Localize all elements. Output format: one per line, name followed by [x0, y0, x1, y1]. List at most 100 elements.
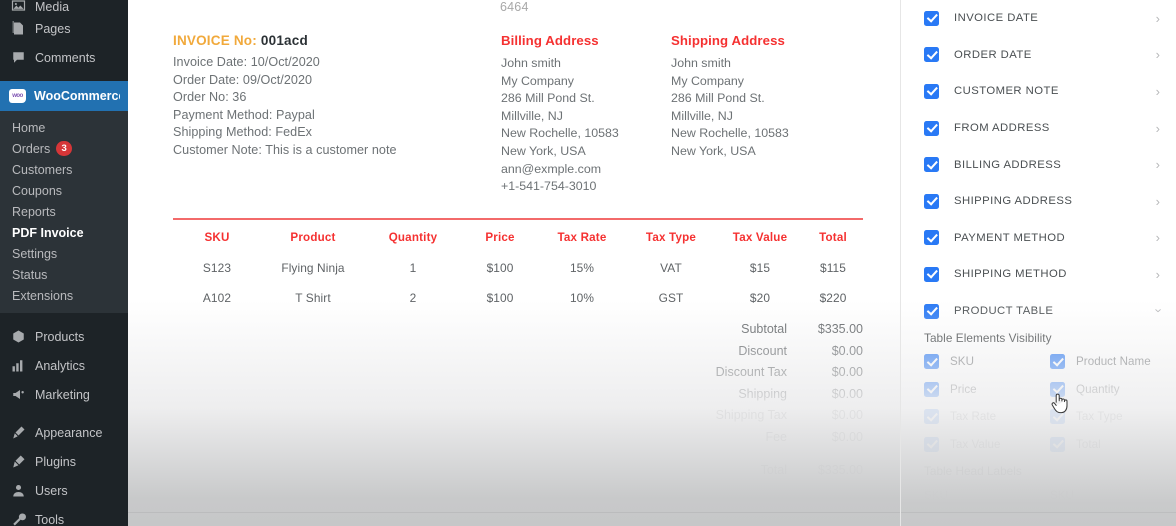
- sidebar-item-analytics[interactable]: Analytics: [0, 351, 128, 380]
- sidebar-subitem-pdf-invoice[interactable]: PDF Invoice: [0, 222, 128, 243]
- sidebar-item-label: Marketing: [35, 387, 90, 402]
- table-element-total[interactable]: Total: [1050, 436, 1176, 452]
- setting-row-customer-note[interactable]: CUSTOMER NOTE ›: [901, 73, 1176, 110]
- totals-value: $0.00: [831, 386, 863, 401]
- shipping-address-line: 286 Mill Pond St.: [671, 91, 765, 106]
- chevron-right-icon[interactable]: ›: [1156, 122, 1162, 135]
- chevron-right-icon[interactable]: ›: [1156, 268, 1162, 281]
- checkbox-payment-method[interactable]: [924, 230, 939, 246]
- sidebar-item-label: Users: [35, 483, 68, 498]
- sidebar-subitem-reports[interactable]: Reports: [0, 201, 128, 222]
- setting-row-shipping-address[interactable]: SHIPPING ADDRESS ›: [901, 183, 1176, 220]
- totals-label: Shipping Tax: [715, 408, 787, 422]
- sidebar-item-products[interactable]: Products: [0, 322, 128, 351]
- totals-label: Subtotal: [741, 322, 787, 336]
- checkbox-from-address[interactable]: [924, 120, 939, 136]
- checkbox-tax-type[interactable]: [1050, 409, 1065, 425]
- checkbox-billing-address[interactable]: [924, 157, 939, 173]
- setting-row-billing-address[interactable]: BILLING ADDRESS ›: [901, 146, 1176, 183]
- setting-label: SHIPPING ADDRESS: [954, 195, 1073, 208]
- invoice-totals: Subtotal $335.00 Discount $0.00 Discount…: [643, 322, 863, 485]
- checkbox-price[interactable]: [924, 381, 939, 397]
- table-element-tax-rate[interactable]: Tax Rate: [924, 409, 1050, 425]
- sidebar-subitem-orders[interactable]: Orders 3: [0, 138, 128, 159]
- woocommerce-submenu: Home Orders 3 Customers Coupons Reports …: [0, 111, 128, 313]
- shipping-address-line: My Company: [671, 73, 744, 88]
- shipping-address-line: Millville, NJ: [671, 108, 733, 123]
- sidebar-separator-2: [0, 313, 128, 322]
- table-element-product-name[interactable]: Product Name: [1050, 354, 1176, 370]
- invoice-number-line: INVOICE No: 001acd: [173, 33, 397, 48]
- setting-row-payment-method[interactable]: PAYMENT METHOD ›: [901, 220, 1176, 257]
- chevron-right-icon[interactable]: ›: [1156, 85, 1162, 98]
- totals-value: $0.00: [831, 343, 863, 358]
- tools-icon: [9, 511, 27, 526]
- invoice-meta-line: Payment Method: Paypal: [173, 107, 315, 122]
- checkbox-quantity[interactable]: [1050, 381, 1065, 397]
- sidebar-subitem-coupons[interactable]: Coupons: [0, 180, 128, 201]
- checkbox-customer-note[interactable]: [924, 83, 939, 99]
- chevron-right-icon[interactable]: ›: [1156, 48, 1162, 61]
- sidebar-item-comments[interactable]: Comments: [0, 43, 128, 72]
- sidebar-item-plugins[interactable]: Plugins: [0, 447, 128, 476]
- sidebar-item-marketing[interactable]: Marketing: [0, 380, 128, 409]
- chevron-right-icon[interactable]: ›: [1156, 231, 1162, 244]
- chevron-right-icon[interactable]: ›: [1156, 12, 1162, 25]
- sidebar-subitem-home[interactable]: Home: [0, 117, 128, 138]
- table-element-tax-value[interactable]: Tax Value: [924, 436, 1050, 452]
- billing-address-title: Billing Address: [501, 33, 599, 48]
- setting-label: CUSTOMER NOTE: [954, 85, 1059, 98]
- shipping-address-block: Shipping Address John smith My Company 2…: [671, 33, 789, 161]
- table-header-sku: SKU: [204, 230, 230, 244]
- table-element-sku[interactable]: SKU: [924, 354, 1050, 370]
- chevron-down-icon[interactable]: ›: [1151, 308, 1166, 314]
- setting-label: ORDER DATE: [954, 48, 1032, 61]
- setting-row-invoice-date[interactable]: INVOICE DATE ›: [901, 0, 1176, 37]
- totals-value: $0.00: [831, 408, 863, 422]
- sidebar-item-pages[interactable]: Pages: [0, 14, 128, 43]
- checkbox-tax-rate[interactable]: [924, 409, 939, 425]
- checkbox-product-table[interactable]: [924, 303, 939, 319]
- sidebar-subitem-label: Extensions: [12, 288, 74, 303]
- invoice-meta-line: Customer Note: This is a customer note: [173, 142, 397, 157]
- checkbox-product-name[interactable]: [1050, 354, 1065, 370]
- billing-address-line: New Rochelle, 10583: [501, 126, 619, 141]
- checkbox-invoice-date[interactable]: [924, 10, 939, 26]
- sidebar-subitem-customers[interactable]: Customers: [0, 159, 128, 180]
- setting-row-order-date[interactable]: ORDER DATE ›: [901, 37, 1176, 74]
- setting-row-from-address[interactable]: FROM ADDRESS ›: [901, 110, 1176, 147]
- sidebar-item-label: Analytics: [35, 358, 86, 373]
- setting-row-shipping-method[interactable]: SHIPPING METHOD ›: [901, 256, 1176, 293]
- setting-label: PRODUCT TABLE: [954, 305, 1054, 318]
- cell-tax-rate: 10%: [569, 290, 595, 305]
- table-row: A102 T Shirt 2 $100 10% GST $20 $220: [173, 283, 863, 313]
- checkbox-sku[interactable]: [924, 354, 939, 370]
- sidebar-subitem-status[interactable]: Status: [0, 264, 128, 285]
- chevron-right-icon[interactable]: ›: [1156, 195, 1162, 208]
- checkbox-order-date[interactable]: [924, 47, 939, 63]
- sidebar-subitem-settings[interactable]: Settings: [0, 243, 128, 264]
- totals-label: Discount: [738, 343, 787, 358]
- product-table: SKU Product Quantity Price Tax Rate Tax …: [173, 218, 863, 313]
- checkbox-tax-value[interactable]: [924, 436, 939, 452]
- table-element-price[interactable]: Price: [924, 381, 1050, 397]
- sidebar-item-appearance[interactable]: Appearance: [0, 418, 128, 447]
- chevron-right-icon[interactable]: ›: [1156, 158, 1162, 171]
- table-element-quantity[interactable]: Quantity: [1050, 381, 1176, 397]
- cell-tax-type: GST: [658, 290, 684, 305]
- table-element-tax-type[interactable]: Tax Type: [1050, 409, 1176, 425]
- billing-address-line: My Company: [501, 73, 574, 88]
- sidebar-item-tools[interactable]: Tools: [0, 505, 128, 526]
- setting-label: PAYMENT METHOD: [954, 231, 1066, 244]
- sidebar-item-woocommerce[interactable]: woo WooCommerce: [0, 81, 128, 111]
- sidebar-subitem-label: Coupons: [12, 183, 63, 198]
- head-label-value[interactable]: SKU: [1050, 489, 1176, 502]
- setting-row-product-table[interactable]: PRODUCT TABLE ›: [901, 293, 1176, 330]
- checkbox-shipping-address[interactable]: [924, 193, 939, 209]
- checkbox-shipping-method[interactable]: [924, 266, 939, 282]
- sidebar-item-users[interactable]: Users: [0, 476, 128, 505]
- sidebar-subitem-label: Status: [12, 267, 48, 282]
- checkbox-total[interactable]: [1050, 436, 1065, 452]
- sidebar-subitem-extensions[interactable]: Extensions: [0, 285, 128, 306]
- sidebar-item-media[interactable]: Media: [0, 0, 128, 14]
